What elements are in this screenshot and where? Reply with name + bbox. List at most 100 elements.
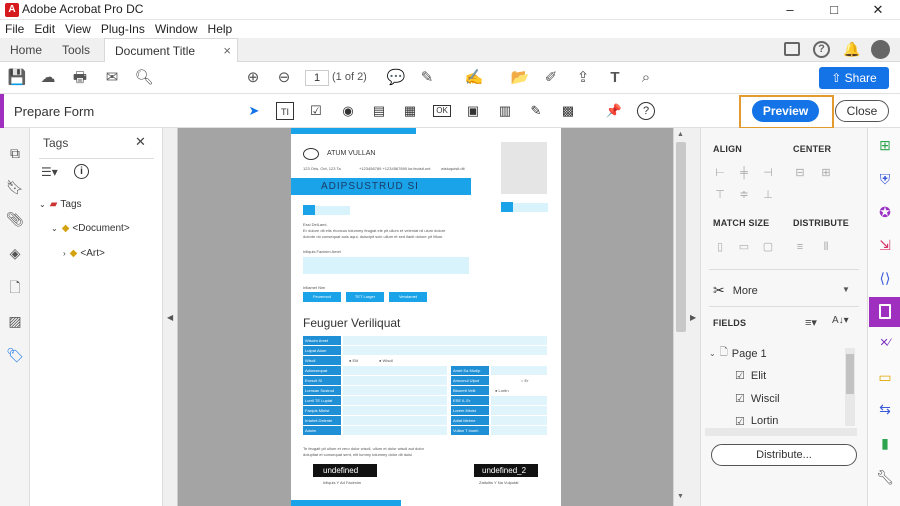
signature-field-icon[interactable]: ✎	[527, 102, 545, 120]
compare-icon[interactable]: ⇆	[876, 400, 894, 418]
checkbox-tool-icon[interactable]: ☑	[307, 102, 325, 120]
field-item[interactable]: ☑ Lortin	[735, 416, 778, 426]
form-row-field[interactable]	[491, 396, 547, 405]
maximize-button[interactable]: □	[812, 0, 856, 20]
document-icon[interactable]: 🗋	[6, 278, 24, 296]
sort-menu-icon[interactable]: ≡▾	[805, 316, 817, 329]
scrollbar-thumb[interactable]	[676, 142, 686, 332]
doc-button-3[interactable]: Vendamet	[389, 292, 427, 302]
scroll-down-icon[interactable]: ▼	[677, 493, 684, 500]
form-row-field[interactable]	[491, 366, 547, 375]
comment-icon[interactable]	[784, 42, 800, 56]
fields-hscrollbar[interactable]	[705, 428, 857, 436]
tab-home[interactable]: Home	[0, 38, 52, 62]
fields-scrollbar[interactable]	[845, 348, 855, 426]
center-horizontal-icon[interactable]: ⊟	[793, 166, 807, 180]
bookmark-icon[interactable]: 🔖︎	[6, 178, 24, 196]
image-field-icon[interactable]: ▣	[464, 102, 482, 120]
menu-edit[interactable]: Edit	[34, 20, 55, 38]
share-button[interactable]: ⇧ Share	[819, 67, 889, 89]
match-width-icon[interactable]: ▭	[737, 240, 751, 254]
field-item[interactable]: ☑ Wiscil	[735, 392, 780, 406]
javascript-icon[interactable]: ⟨⟩	[876, 269, 894, 287]
right-panel-splitter[interactable]: ▶	[688, 128, 700, 506]
tree-item-art[interactable]: › ◆ <Art>	[63, 248, 105, 259]
distribute-vertical-icon[interactable]: ≡	[793, 240, 807, 254]
form-row-field[interactable]	[343, 376, 447, 385]
doc-button-2[interactable]: TET Lorger	[346, 292, 384, 302]
find-text-icon[interactable]: ⌕	[636, 69, 656, 87]
form-row-field[interactable]	[343, 386, 447, 395]
more-dropdown[interactable]: ✂ More	[713, 282, 758, 299]
protect-shield-icon[interactable]: ⛨	[876, 170, 894, 188]
signature-field-left[interactable]: undefined	[313, 464, 377, 477]
doc-button-1[interactable]: Feummod	[303, 292, 341, 302]
sort-az-icon[interactable]: A↓▾	[832, 315, 849, 326]
pin-icon[interactable]: 📌	[605, 102, 623, 120]
fields-page-node[interactable]: ⌄ 🗋 Page 1	[709, 345, 767, 362]
align-left-icon[interactable]: ⊢	[713, 166, 727, 180]
select-cursor-icon[interactable]: ➤	[245, 102, 263, 120]
content-icon[interactable]: ▨	[6, 312, 24, 330]
tags-panel-close-icon[interactable]: ✕	[135, 134, 146, 150]
menu-view[interactable]: View	[65, 20, 91, 38]
tree-item-tags[interactable]: ⌄ ▰ Tags	[39, 199, 82, 210]
form-row-field[interactable]	[343, 336, 547, 345]
avatar[interactable]	[871, 40, 890, 59]
close-window-button[interactable]: ✕	[856, 0, 900, 20]
tab-tools[interactable]: Tools	[52, 38, 100, 62]
highlight-pen-icon[interactable]: ✎	[417, 69, 437, 87]
accessibility-icon[interactable]: ✪	[876, 203, 894, 221]
match-both-icon[interactable]: ▢	[761, 240, 775, 254]
collapse-left-icon[interactable]: ◀	[167, 313, 173, 322]
list-box-icon[interactable]: ▤	[370, 102, 388, 120]
document-scrollbar[interactable]: ▲ ▼	[673, 128, 688, 506]
chevron-down-icon[interactable]: ▼	[842, 285, 850, 294]
barcode-icon[interactable]: ▩	[559, 102, 577, 120]
form-row-field[interactable]	[343, 426, 447, 435]
email-icon[interactable]: ✉	[102, 69, 122, 87]
text-field[interactable]	[315, 206, 350, 215]
radio-option[interactable]: ○ Er	[521, 378, 529, 383]
text-field[interactable]	[513, 203, 548, 212]
page-number-input[interactable]: 1	[305, 70, 329, 86]
comment-tool-icon[interactable]: 💬	[386, 69, 406, 87]
tab-document[interactable]: Document Title ×	[104, 38, 238, 62]
text-tool-icon[interactable]: T	[605, 69, 625, 87]
search-icon[interactable]: 🔍︎	[134, 69, 154, 87]
radio-option[interactable]: ● Wiscil	[379, 358, 393, 363]
export-pdf-icon[interactable]: ⇲	[876, 236, 894, 254]
customize-tools-icon[interactable]: 🔧︎	[876, 468, 894, 486]
collapse-right-icon[interactable]: ▶	[690, 313, 696, 322]
field-marker[interactable]	[501, 202, 513, 212]
form-row-field[interactable]	[491, 416, 547, 425]
dropdown-tool-icon[interactable]: ▦	[401, 102, 419, 120]
page-up-icon[interactable]: ⊕	[243, 69, 263, 87]
radio-button-tool-icon[interactable]: ◉	[339, 102, 357, 120]
rich-media-icon[interactable]: ▮	[876, 434, 894, 452]
center-vertical-icon[interactable]: ⊞	[819, 166, 833, 180]
form-row-field[interactable]	[343, 416, 447, 425]
page-thumbnails-icon[interactable]: ⧉	[6, 144, 24, 162]
preview-button[interactable]: Preview	[752, 100, 819, 122]
export-icon[interactable]: ⇪	[573, 69, 593, 87]
fields-scrollbar-thumb[interactable]	[846, 354, 854, 394]
tree-item-document[interactable]: ⌄ ◆ <Document>	[51, 223, 130, 234]
button-tool-icon[interactable]: OK	[433, 105, 451, 117]
radio-option[interactable]: ● Lortin	[495, 388, 509, 393]
bell-icon[interactable]: 🔔	[843, 41, 860, 57]
menu-file[interactable]: File	[5, 20, 24, 38]
save-icon[interactable]: 💾	[7, 69, 27, 87]
options-menu-icon[interactable]: ☰▾	[41, 165, 58, 179]
measure-icon[interactable]: ✕⁄	[876, 334, 894, 352]
align-middle-icon[interactable]: ≑	[737, 188, 751, 202]
align-center-icon[interactable]: ╪	[737, 166, 751, 180]
match-height-icon[interactable]: ▯	[713, 240, 727, 254]
tags-icon[interactable]: 🏷︎	[6, 346, 24, 364]
form-row-field[interactable]	[343, 406, 447, 415]
minimize-button[interactable]: –	[768, 0, 812, 20]
tab-close-icon[interactable]: ×	[223, 39, 231, 63]
chevron-down-icon[interactable]: ⌄	[51, 224, 58, 233]
help-icon[interactable]: ?	[813, 41, 830, 58]
form-row-field[interactable]	[343, 396, 447, 405]
